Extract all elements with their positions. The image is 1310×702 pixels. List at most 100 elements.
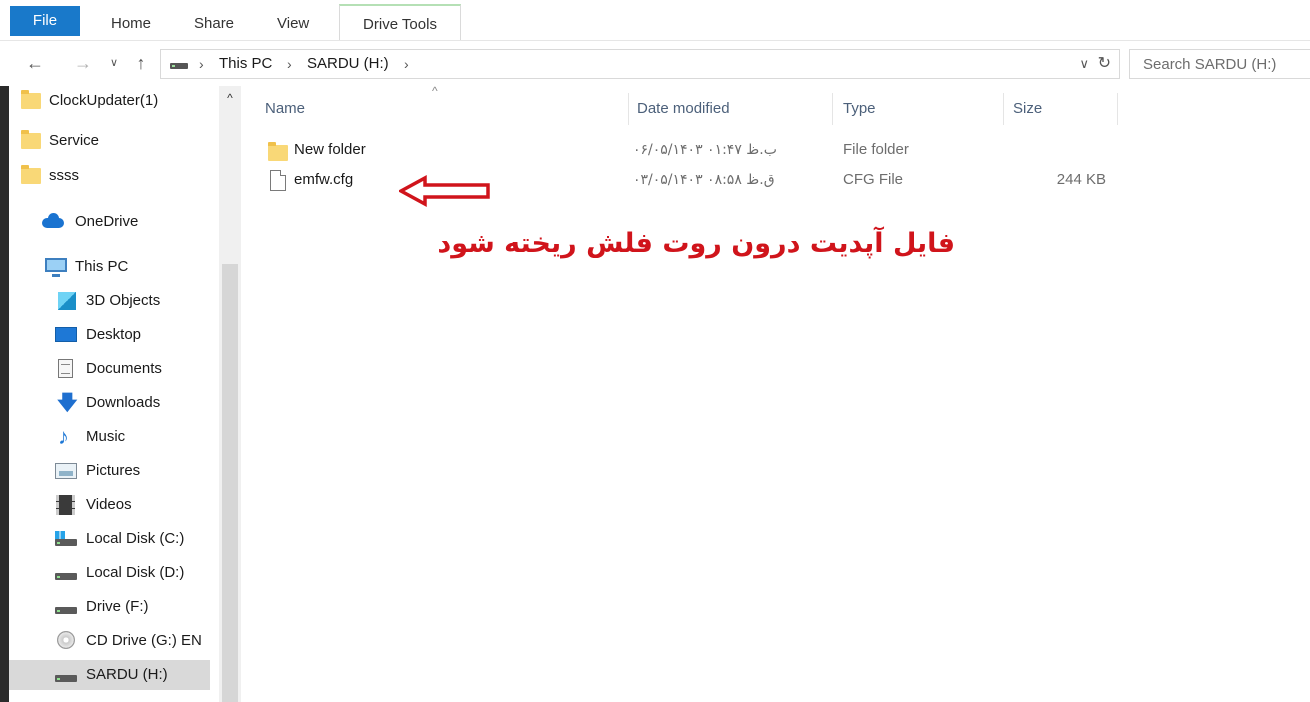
pictures-icon — [55, 461, 77, 481]
address-bar[interactable]: › This PC › SARDU (H:) › ∨ ↻ — [160, 49, 1120, 79]
desktop-icon — [55, 325, 77, 345]
file-date: ۰۶/۰۵/۱۴۰۳ ب.ظ ۰۱:۴۷ — [633, 142, 777, 158]
folder-icon — [21, 90, 41, 111]
nav-item-label: Desktop — [86, 326, 142, 343]
up-arrow-icon[interactable]: ↑ — [130, 51, 152, 75]
nav-item-videos[interactable]: Videos — [9, 490, 210, 520]
nav-item-clockupdater[interactable]: ClockUpdater(1) — [9, 86, 210, 116]
nav-item-sardu-h[interactable]: SARDU (H:) — [9, 660, 210, 690]
nav-item-label: OneDrive — [75, 213, 139, 230]
column-header-type[interactable]: Type — [843, 93, 876, 125]
sort-ascending-icon: ^ — [432, 84, 438, 98]
nav-item-this-pc[interactable]: This PC — [9, 252, 210, 282]
column-divider[interactable] — [628, 93, 629, 125]
column-divider[interactable] — [832, 93, 833, 125]
nav-item-label: Documents — [86, 360, 162, 377]
nav-item-music[interactable]: ♪ Music — [9, 422, 210, 452]
nav-item-label: Service — [49, 132, 100, 149]
file-name: New folder — [294, 141, 366, 158]
breadcrumb-separator-icon[interactable]: › — [199, 50, 204, 78]
system-drive-icon — [55, 529, 77, 549]
nav-item-3d-objects[interactable]: 3D Objects — [9, 286, 210, 316]
file-date: ۰۳/۰۵/۱۴۰۳ ق.ظ ۰۸:۵۸ — [633, 172, 775, 188]
navigation-pane: ClockUpdater(1) Service ssss OneDrive Th… — [9, 86, 241, 702]
nav-item-service[interactable]: Service — [9, 126, 210, 156]
breadcrumb-sardu[interactable]: SARDU (H:) — [307, 50, 389, 78]
address-row: ← → ∨ ↑ › This PC › SARDU (H:) › ∨ ↻ — [0, 41, 1310, 86]
nav-item-label: Music — [86, 428, 126, 445]
search-input[interactable] — [1130, 50, 1310, 78]
nav-item-label: Downloads — [86, 394, 161, 411]
drive-icon — [55, 665, 77, 685]
refresh-icon[interactable]: ↻ — [1098, 50, 1111, 78]
column-header-size[interactable]: Size — [1013, 93, 1042, 125]
music-icon: ♪ — [58, 424, 69, 449]
cube-icon — [57, 291, 77, 311]
forward-arrow-icon[interactable]: → — [72, 51, 94, 75]
nav-item-label: CD Drive (G:) EN — [86, 632, 202, 649]
folder-icon — [21, 165, 41, 186]
nav-item-label: Drive (F:) — [86, 598, 149, 615]
nav-item-onedrive[interactable]: OneDrive — [9, 207, 210, 237]
nav-item-label: Local Disk (D:) — [86, 564, 185, 581]
documents-icon — [55, 359, 75, 379]
address-dropdown-icon[interactable]: ∨ — [1079, 50, 1089, 78]
drive-icon — [170, 63, 188, 69]
drive-icon — [55, 597, 77, 617]
file-row[interactable]: New folder ۰۶/۰۵/۱۴۰۳ ب.ظ ۰۱:۴۷ File fol… — [258, 137, 1128, 163]
nav-item-label: SARDU (H:) — [86, 666, 168, 683]
breadcrumb-this-pc[interactable]: This PC — [219, 50, 272, 78]
nav-item-desktop[interactable]: Desktop — [9, 320, 210, 350]
column-divider[interactable] — [1117, 93, 1118, 125]
tab-drive-tools[interactable]: Drive Tools — [339, 4, 461, 41]
window-edge — [0, 86, 9, 702]
nav-item-label: 3D Objects — [86, 292, 161, 309]
column-header-name[interactable]: Name — [265, 93, 305, 125]
nav-scrollbar[interactable]: ^ — [219, 86, 241, 702]
ribbon: File Home Share View Drive Tools — [0, 0, 1310, 41]
nav-item-ssss[interactable]: ssss — [9, 161, 210, 191]
nav-item-cd-drive-g[interactable]: CD Drive (G:) EN — [9, 626, 210, 656]
chevron-down-icon[interactable]: ∨ — [106, 51, 122, 75]
nav-item-documents[interactable]: Documents — [9, 354, 210, 384]
tab-view[interactable]: View — [273, 8, 313, 40]
drive-icon — [55, 563, 77, 583]
nav-item-label: Local Disk (C:) — [86, 530, 185, 547]
nav-item-label: Videos — [86, 496, 132, 513]
scroll-up-icon[interactable]: ^ — [223, 91, 237, 105]
nav-item-label: Pictures — [86, 462, 141, 479]
nav-item-local-disk-c[interactable]: Local Disk (C:) — [9, 524, 210, 554]
search-box[interactable] — [1129, 49, 1310, 79]
file-type: File folder — [843, 141, 909, 158]
scrollbar-thumb[interactable] — [222, 264, 238, 702]
download-icon: 🡇 — [57, 392, 78, 414]
cloud-icon — [42, 212, 64, 232]
column-header-date[interactable]: Date modified — [637, 93, 730, 125]
nav-item-label: This PC — [75, 258, 129, 275]
nav-item-pictures[interactable]: Pictures — [9, 456, 210, 486]
nav-item-drive-f[interactable]: Drive (F:) — [9, 592, 210, 622]
nav-item-label: ClockUpdater(1) — [49, 92, 159, 109]
breadcrumb-separator-icon[interactable]: › — [404, 50, 409, 78]
file-name: emfw.cfg — [294, 171, 354, 188]
nav-item-downloads[interactable]: 🡇 Downloads — [9, 388, 210, 418]
nav-item-label: ssss — [49, 167, 79, 184]
cd-drive-icon — [55, 631, 75, 651]
tab-home[interactable]: Home — [107, 8, 155, 40]
file-size: 244 KB — [1056, 171, 1106, 188]
file-icon — [270, 170, 286, 191]
back-arrow-icon[interactable]: ← — [24, 51, 46, 75]
column-divider[interactable] — [1003, 93, 1004, 125]
computer-icon — [45, 257, 67, 277]
folder-icon — [268, 141, 288, 161]
breadcrumb-separator-icon[interactable]: › — [287, 50, 292, 78]
annotation-text: فایل آپدیت درون روت فلش ریخته شود — [437, 228, 955, 259]
file-type: CFG File — [843, 171, 903, 188]
file-row[interactable]: emfw.cfg ۰۳/۰۵/۱۴۰۳ ق.ظ ۰۸:۵۸ CFG File 2… — [258, 167, 1128, 193]
folder-icon — [21, 130, 41, 151]
tab-share[interactable]: Share — [190, 8, 238, 40]
tab-file[interactable]: File — [10, 6, 80, 36]
nav-item-local-disk-d[interactable]: Local Disk (D:) — [9, 558, 210, 588]
left-arrow-icon — [399, 175, 490, 207]
file-size — [1008, 137, 1106, 163]
